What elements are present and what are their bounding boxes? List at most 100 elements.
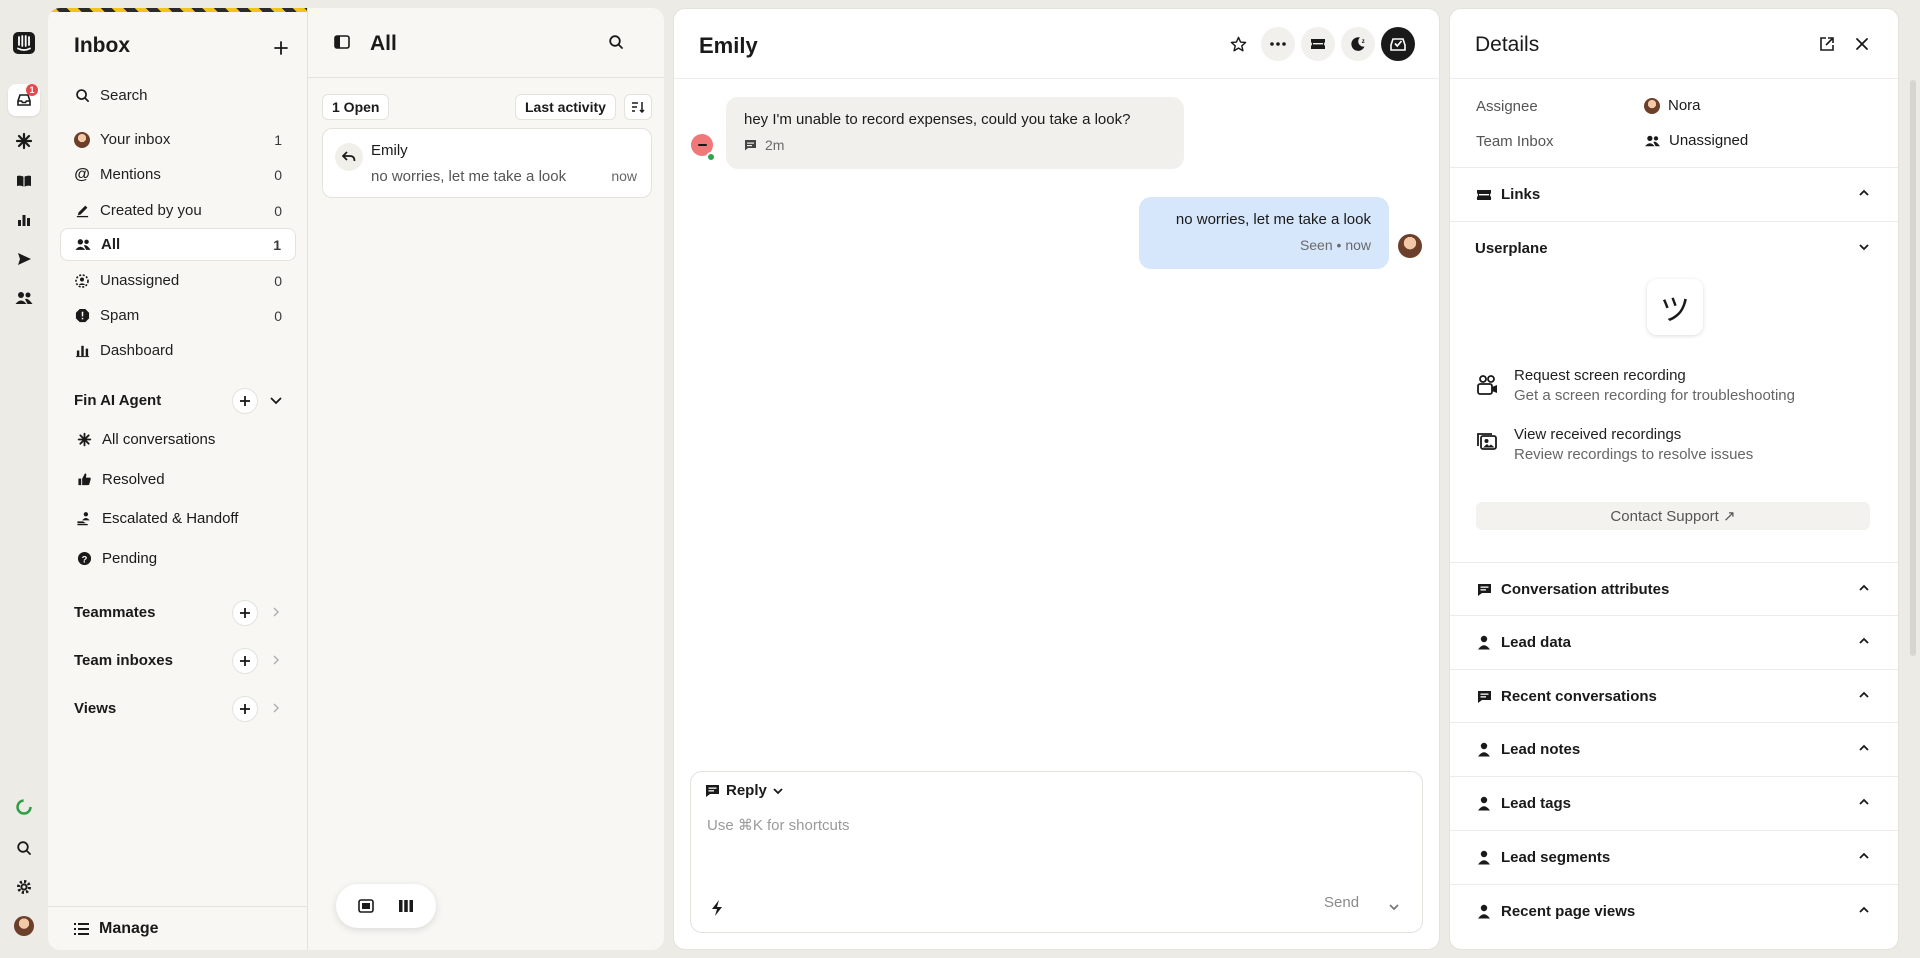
- userplane-section[interactable]: Userplane: [1450, 221, 1898, 275]
- teammates-expand-toggle[interactable]: [272, 606, 280, 618]
- send-options-button[interactable]: [1388, 902, 1400, 912]
- contact-avatar-mark: [697, 144, 707, 146]
- nav-item-label: Dashboard: [100, 342, 174, 359]
- conversation-card[interactable]: Emily no worries, let me take a look now: [322, 128, 652, 198]
- team-icon: [1645, 135, 1660, 146]
- reply-mode-selector[interactable]: Reply: [705, 782, 784, 799]
- manage-label: Manage: [99, 919, 159, 937]
- fin-ai-rail-button[interactable]: [8, 125, 40, 157]
- assignee-value[interactable]: Nora: [1644, 97, 1701, 114]
- list-search-button[interactable]: [608, 34, 624, 50]
- sort-button[interactable]: Last activity: [515, 94, 616, 120]
- conversation-name: Emily: [371, 142, 408, 159]
- agent-avatar[interactable]: [1398, 234, 1422, 258]
- lead-notes-section[interactable]: Lead notes: [1450, 722, 1898, 776]
- lightning-icon: [712, 900, 722, 916]
- open-filter-button[interactable]: 1 Open: [322, 94, 390, 120]
- conversation-header: Emily z: [674, 9, 1441, 79]
- composer-input[interactable]: Use ⌘K for shortcuts: [707, 816, 850, 834]
- person-icon: [1476, 850, 1492, 866]
- star-button[interactable]: [1221, 27, 1255, 61]
- team-inboxes-expand-toggle[interactable]: [272, 654, 280, 666]
- nav-item-created-by-you[interactable]: Created by you 0: [60, 194, 296, 227]
- contacts-rail-button[interactable]: [8, 282, 40, 314]
- person-icon: [1476, 635, 1492, 651]
- incoming-message: hey I'm unable to record expenses, could…: [726, 97, 1184, 169]
- person-icon: [1476, 742, 1492, 758]
- app-rail: 1: [0, 0, 48, 958]
- views-add-button[interactable]: [232, 696, 258, 722]
- status-rail-button[interactable]: [8, 791, 40, 823]
- online-status-dot: [706, 152, 716, 162]
- fin-item-label: Escalated & Handoff: [102, 509, 239, 527]
- fin-item-resolved[interactable]: Resolved: [76, 464, 165, 494]
- section-label: Lead segments: [1501, 849, 1611, 866]
- team-inbox-label: Team Inbox: [1476, 133, 1554, 150]
- sort-order-button[interactable]: [624, 94, 652, 120]
- nav-item-unassigned[interactable]: Unassigned 0: [60, 264, 296, 297]
- incoming-message-time: 2m: [765, 137, 785, 153]
- toggle-sidebar-button[interactable]: [334, 35, 350, 49]
- nav-item-count: 0: [274, 307, 282, 324]
- details-scrollbar[interactable]: [1910, 80, 1916, 656]
- shortcuts-button[interactable]: [710, 899, 724, 917]
- person-icon: [1476, 796, 1492, 812]
- send-button[interactable]: Send: [1324, 894, 1359, 911]
- inbox-rail-button[interactable]: 1: [8, 84, 40, 116]
- team-inboxes-add-button[interactable]: [232, 648, 258, 674]
- view-received-recordings[interactable]: View received recordings Review recordin…: [1476, 426, 1753, 463]
- reports-rail-button[interactable]: [8, 204, 40, 236]
- fin-item-pending[interactable]: ? Pending: [76, 543, 157, 573]
- fin-item-escalated[interactable]: Escalated & Handoff: [76, 503, 238, 533]
- settings-rail-button[interactable]: [8, 871, 40, 903]
- star-icon: [1230, 36, 1246, 51]
- ticket-icon: [1311, 39, 1325, 49]
- layout-columns-button[interactable]: [398, 899, 414, 913]
- lead-tags-section[interactable]: Lead tags: [1450, 776, 1898, 830]
- fin-add-button[interactable]: [232, 388, 258, 414]
- layout-single-button[interactable]: [358, 899, 374, 913]
- nav-item-all[interactable]: All 1: [60, 228, 296, 261]
- nav-item-spam[interactable]: Spam 0: [60, 299, 296, 332]
- links-section[interactable]: Links: [1450, 167, 1898, 221]
- conversation-title: Emily: [699, 33, 758, 58]
- nav-item-dashboard[interactable]: Dashboard: [60, 334, 296, 367]
- close-details-button[interactable]: [1855, 37, 1869, 51]
- app-logo-icon[interactable]: [8, 27, 40, 59]
- request-screen-recording[interactable]: Request screen recording Get a screen re…: [1476, 367, 1795, 404]
- lead-data-section[interactable]: Lead data: [1450, 615, 1898, 669]
- userplane-logo: ツ: [1647, 279, 1703, 335]
- fin-ai-icon: [76, 431, 92, 447]
- section-label: Lead notes: [1501, 741, 1581, 758]
- nav-item-mentions[interactable]: @ Mentions 0: [60, 158, 296, 191]
- lead-segments-section[interactable]: Lead segments: [1450, 830, 1898, 884]
- nav-search[interactable]: Search: [60, 79, 296, 112]
- snooze-button[interactable]: z: [1341, 27, 1375, 61]
- sort-icon: [632, 102, 645, 113]
- search-rail-button[interactable]: [8, 832, 40, 864]
- recent-conversations-section[interactable]: Recent conversations: [1450, 669, 1898, 723]
- views-expand-toggle[interactable]: [272, 702, 280, 714]
- new-conversation-button[interactable]: [273, 40, 289, 56]
- outbound-rail-button[interactable]: [8, 243, 40, 275]
- fin-item-all-conversations[interactable]: All conversations: [76, 424, 215, 454]
- close-conversation-button[interactable]: [1381, 27, 1415, 61]
- nav-item-your-inbox[interactable]: Your inbox 1: [60, 123, 296, 156]
- user-avatar-rail[interactable]: [8, 910, 40, 942]
- knowledge-rail-button[interactable]: [8, 165, 40, 197]
- team-inbox-value[interactable]: Unassigned: [1644, 132, 1748, 149]
- ticket-button[interactable]: [1301, 27, 1335, 61]
- open-external-button[interactable]: [1819, 36, 1835, 52]
- details-panel: Details Assignee Nora Team Inbox Unassig…: [1449, 8, 1899, 950]
- teammates-add-button[interactable]: [232, 600, 258, 626]
- nav-title: Inbox: [74, 34, 130, 57]
- action-subtitle: Review recordings to resolve issues: [1514, 446, 1754, 463]
- recent-page-views-section[interactable]: Recent page views: [1450, 884, 1898, 938]
- action-title: View received recordings: [1514, 426, 1682, 443]
- list-icon: [74, 922, 89, 935]
- contact-support-button[interactable]: Contact Support ↗: [1476, 502, 1870, 530]
- more-options-button[interactable]: [1261, 27, 1295, 61]
- fin-collapse-toggle[interactable]: [270, 396, 282, 406]
- manage-button[interactable]: Manage: [48, 906, 307, 950]
- conversation-attributes-section[interactable]: Conversation attributes: [1450, 562, 1898, 616]
